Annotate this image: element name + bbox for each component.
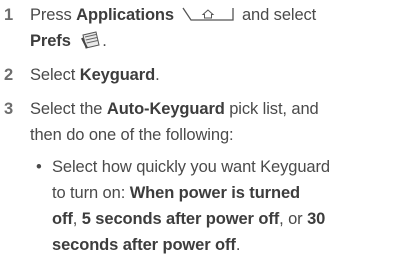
auto-keyguard-label: Auto-Keyguard: [106, 100, 225, 118]
option-when-power-off: When power is turned: [129, 184, 301, 202]
step-number: 1: [4, 6, 14, 24]
bullet-line-4: seconds after power off.: [52, 236, 241, 254]
keyguard-label: Keyguard: [79, 66, 156, 84]
step-2-line: Select Keyguard.: [30, 66, 160, 84]
step-number: 3: [4, 100, 14, 118]
bullet-line-1: Select how quickly you want Keyguard: [52, 158, 330, 176]
step-3-line-2: then do one of the following:: [30, 126, 234, 144]
home-key-icon: [181, 4, 235, 30]
prefs-label: Prefs: [30, 32, 71, 50]
step-3-line-1: Select the Auto-Keyguard pick list, and: [30, 100, 319, 118]
bullet-line-3: off, 5 seconds after power off, or 30: [52, 210, 326, 228]
option-5-seconds: 5 seconds after power off: [81, 210, 280, 228]
option-30-seconds: 30: [307, 210, 326, 228]
bullet-marker: •: [36, 158, 42, 176]
step-1-line-2: Prefs .: [30, 28, 107, 58]
bullet-line-2: to turn on: When power is turned: [52, 184, 301, 202]
prefs-app-icon: [80, 30, 102, 58]
applications-label: Applications: [76, 6, 174, 24]
step-number: 2: [4, 66, 14, 84]
step-1-line-1: Press Applications and select: [30, 2, 316, 30]
